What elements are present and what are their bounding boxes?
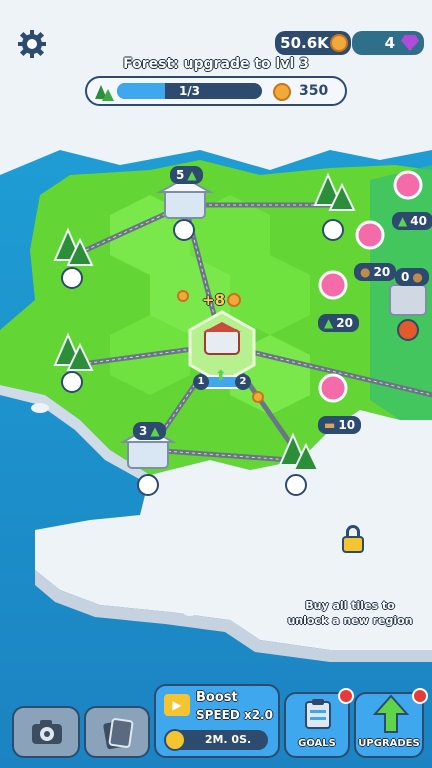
boost-timer: 2M. 0S. <box>164 729 268 751</box>
gear-icon <box>18 30 46 58</box>
tree-icon: ▲ <box>187 168 197 182</box>
goals-button[interactable]: GOALS <box>284 688 354 758</box>
quest-reward: 350 <box>299 83 329 99</box>
hub-level-bar[interactable]: 1 ⬆ 2 <box>193 368 251 390</box>
clipboard-icon <box>305 699 331 729</box>
cards-icon <box>103 718 134 750</box>
boost-timer-value: 2M. 0S. <box>204 733 252 746</box>
coin-icon <box>227 293 242 307</box>
coin-icon <box>330 34 348 52</box>
clock-icon <box>164 729 186 751</box>
tile-level-badge: 0 ● <box>395 268 429 286</box>
camera-icon <box>32 720 62 744</box>
hub-level-left: 1 <box>193 374 209 390</box>
floating-coin-text: +8 <box>202 291 242 309</box>
upgrades-label: UPGRADES <box>358 738 420 749</box>
gem-balance[interactable]: 4 <box>352 31 424 55</box>
lock-icon <box>342 525 364 553</box>
notification-dot <box>338 688 354 704</box>
upgrade-arrow-icon: ⬆ <box>215 368 227 384</box>
tile-level-badge: 3 ▲ <box>133 422 166 440</box>
unlock-hint: Buy all tiles to unlock a new region <box>287 599 413 627</box>
quest-progress-bar: 1/3 <box>117 83 262 99</box>
tile-cost-badge[interactable]: ▬ 10 <box>318 416 362 434</box>
ore-icon: ● <box>360 265 371 279</box>
boost-effect: SPEED x2.0 <box>196 708 273 722</box>
camera-button[interactable] <box>12 706 80 758</box>
tree-icon: ▲ <box>398 214 408 228</box>
settings-button[interactable] <box>18 30 46 58</box>
tile-level-badge: 5 ▲ <box>170 166 203 184</box>
video-ad-icon: ▶ <box>164 694 190 716</box>
upgrade-arrow-icon <box>373 694 409 733</box>
tile-cost-badge[interactable]: ● 20 <box>354 263 397 281</box>
quest-progress-text: 1/3 <box>178 84 201 98</box>
coin-balance[interactable]: 50.6K <box>275 31 351 55</box>
cards-button[interactable] <box>84 706 150 758</box>
quest-panel[interactable]: 1/3 350 <box>85 76 347 106</box>
tile-cost-badge[interactable]: ▲ 40 <box>392 212 432 230</box>
forest-icon <box>95 85 114 101</box>
tree-icon: ▲ <box>150 424 160 438</box>
reward-coin-icon <box>273 83 291 101</box>
tree-icon: ▲ <box>324 316 334 330</box>
upgrades-button[interactable]: UPGRADES <box>354 688 428 758</box>
boost-title: Boost <box>196 690 238 705</box>
plank-icon: ▬ <box>324 418 336 432</box>
quest-title: Forest: upgrade to lvl 3 <box>123 56 309 72</box>
hub-level-right: 2 <box>235 374 251 390</box>
tile-cost-badge[interactable]: ▲ 20 <box>318 314 359 332</box>
boost-button[interactable]: ▶ Boost SPEED x2.0 2M. 0S. <box>154 684 280 758</box>
gem-icon <box>401 35 419 51</box>
goals-label: GOALS <box>298 738 336 749</box>
gem-balance-value: 4 <box>384 34 395 52</box>
ore-icon: ● <box>412 270 423 284</box>
notification-dot <box>412 688 428 704</box>
coin-balance-value: 50.6K <box>280 34 329 52</box>
